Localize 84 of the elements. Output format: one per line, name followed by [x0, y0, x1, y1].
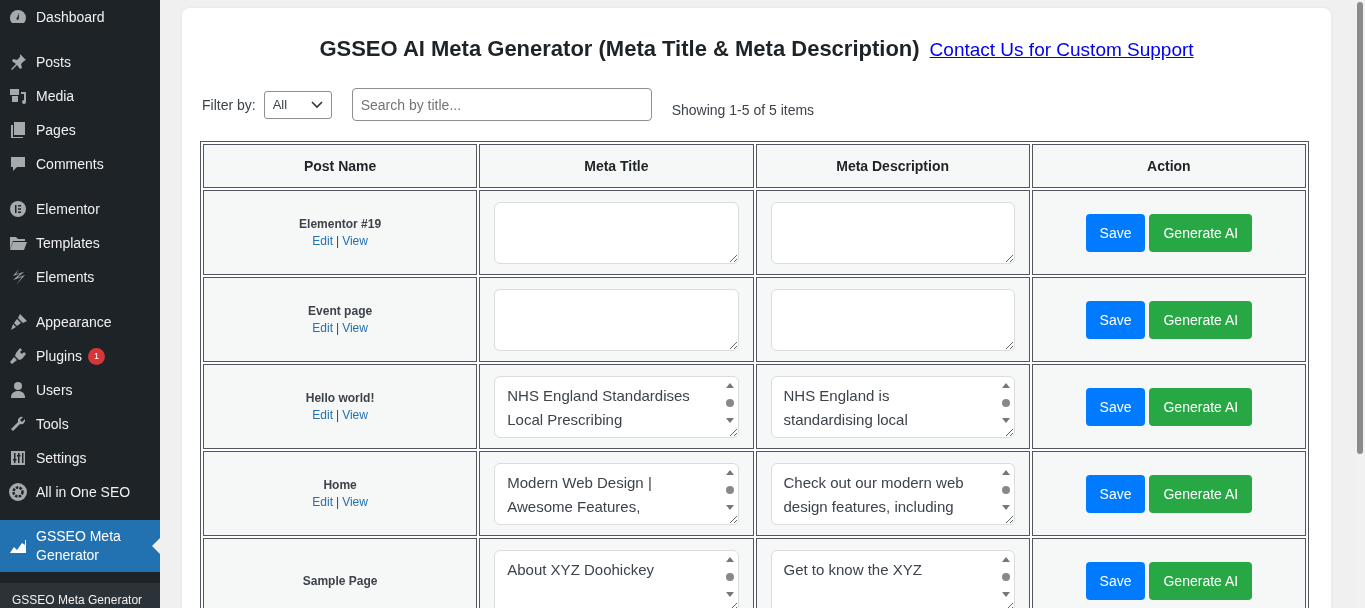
link-separator: | — [336, 234, 340, 248]
menu-label: GSSEO Meta Generator — [36, 527, 122, 565]
support-link[interactable]: Contact Us for Custom Support — [929, 39, 1194, 61]
meta-title-field[interactable]: About XYZ Doohickey — [494, 549, 739, 608]
pages-icon — [8, 120, 28, 140]
gear-icon — [8, 482, 28, 502]
link-separator: | — [336, 408, 340, 422]
post-link[interactable]: View — [342, 408, 368, 422]
menu-label: Pages — [36, 122, 76, 138]
page-title: GSSEO AI Meta Generator (Meta Title & Meta Description) — [319, 36, 920, 62]
post-link[interactable]: Edit — [312, 495, 333, 509]
link-separator: | — [336, 495, 340, 509]
media-icon — [8, 86, 28, 106]
menu-label: Settings — [36, 450, 87, 466]
post-link[interactable]: Edit — [312, 234, 333, 248]
sidebar-item[interactable]: Appearance — [0, 305, 160, 339]
plug-icon — [8, 346, 28, 366]
column-header: Meta Title — [479, 144, 754, 188]
item-count: Showing 1-5 of 5 items — [671, 101, 815, 118]
meta-description-field[interactable]: Check out our modern web design features, including — [770, 462, 1015, 525]
sidebar-item[interactable]: Dashboard — [0, 0, 160, 34]
menu-label: Elements — [36, 269, 95, 285]
sidebar-item[interactable]: Comments — [0, 147, 160, 181]
sidebar-item[interactable]: Settings — [0, 441, 160, 475]
sliders-icon — [8, 448, 28, 468]
sidebar-item[interactable]: Templates — [0, 226, 160, 260]
speech-bubble-icon — [8, 154, 28, 174]
save-button[interactable]: Save — [1085, 561, 1146, 600]
meta-description-field[interactable]: NHS England is standardising local — [770, 375, 1015, 438]
post-name: Event page — [307, 304, 374, 318]
post-name: Sample Page — [301, 573, 379, 588]
save-button[interactable]: Save — [1085, 474, 1146, 513]
meta-description-field[interactable] — [770, 201, 1015, 264]
meta-title-field[interactable] — [494, 201, 739, 264]
sidebar-item[interactable]: All in One SEO — [0, 475, 160, 509]
post-name: Home — [322, 478, 358, 492]
chevron-icon — [310, 100, 323, 109]
sidebar-item[interactable]: Users — [0, 373, 160, 407]
menu-label: Templates — [36, 235, 100, 251]
sidebar-item[interactable]: GSSEO Meta Generator — [0, 520, 160, 572]
meta-title-field[interactable]: NHS England Standardises Local Prescribing — [494, 375, 739, 438]
save-button[interactable]: Save — [1085, 387, 1146, 426]
save-button[interactable]: Save — [1085, 300, 1146, 339]
post-link[interactable]: Edit — [312, 408, 333, 422]
menu-label: Comments — [36, 156, 104, 172]
post-name: Hello world! — [304, 391, 376, 405]
sidebar-item[interactable]: Elements — [0, 260, 160, 294]
meta-description-field[interactable] — [770, 288, 1015, 351]
column-header: Post Name — [203, 144, 478, 188]
menu-label: Dashboard — [36, 9, 105, 25]
filter-label: Filter by: — [202, 96, 256, 113]
menu-label: Media — [36, 88, 75, 104]
user-icon — [8, 380, 28, 400]
post-link[interactable]: View — [342, 321, 368, 335]
column-header: Action — [1031, 144, 1306, 188]
filter-dropdown[interactable]: All — [263, 90, 332, 119]
menu-label: Plugins — [36, 348, 82, 364]
brush-icon — [8, 312, 28, 332]
sidebar-item[interactable]: Media — [0, 79, 160, 113]
menu-label: Tools — [36, 416, 69, 432]
sidebar-item[interactable]: Posts — [0, 45, 160, 79]
menu-label: Users — [36, 382, 73, 398]
sidebar-item[interactable]: Tools — [0, 407, 160, 441]
sidebar-item[interactable]: Pages — [0, 113, 160, 147]
count-badge: 1 — [87, 347, 105, 365]
sidebar-item[interactable]: Plugins 1 — [0, 339, 160, 373]
menu-label: All in One SEO — [36, 484, 131, 500]
menu-label: Appearance — [36, 314, 112, 330]
sidebar-item[interactable]: Elementor — [0, 192, 160, 226]
save-button[interactable]: Save — [1085, 213, 1146, 252]
meta-title-field[interactable] — [494, 288, 739, 351]
post-link[interactable]: View — [342, 495, 368, 509]
menu-label: Elementor — [36, 201, 100, 217]
search-field[interactable]: Search by title... — [351, 88, 652, 121]
e-circle-icon — [8, 199, 28, 219]
post-link[interactable]: Edit — [312, 321, 333, 335]
meta-title-field[interactable]: Modern Web Design | Awesome Features, — [494, 462, 739, 525]
menu-pointer — [152, 538, 160, 554]
column-header: Meta Description — [755, 144, 1030, 188]
meta-description-field[interactable]: Get to know the XYZ — [770, 549, 1015, 608]
link-separator: | — [336, 321, 340, 335]
post-link[interactable]: View — [342, 234, 368, 248]
menu-label: Posts — [36, 54, 71, 70]
post-name: Elementor #19 — [298, 217, 383, 231]
